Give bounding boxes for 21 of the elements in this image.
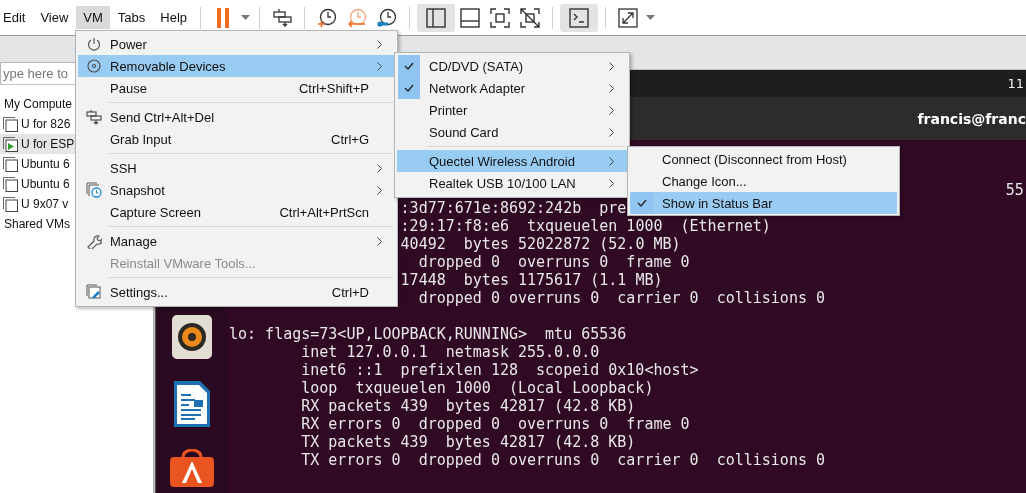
shortcut-text: Ctrl+G (331, 131, 369, 147)
window-title: francis@franc (917, 110, 1026, 127)
clock-text: 11 (1007, 76, 1024, 91)
terminal-line: 55 (1005, 181, 1024, 199)
terminal-line: :29:17:f8:e6 txqueuelen 1000 (Ethernet) (400, 217, 771, 235)
terminal-line: inet6 ::1 prefixlen 128 scopeid 0x10<host> (301, 361, 699, 379)
terminal-line: :3d77:671e:8692:242b pre (400, 199, 627, 217)
shortcut-text: Ctrl+Alt+PrtScn (279, 204, 369, 220)
terminal-line: dropped 0 overruns 0 carrier 0 collisions 0 (418, 289, 826, 307)
terminal-line: 17448 bytes 1175617 (1.1 MB) (400, 271, 663, 289)
terminal-line: RX packets 439 bytes 42817 (42.8 KB) (301, 397, 636, 415)
terminal-line: lo: flags=73<UP,LOOPBACK,RUNNING> mtu 65536 (229, 325, 627, 343)
terminal-line: inet 127.0.0.1 netmask 255.0.0.0 (301, 343, 600, 361)
terminal-line: TX packets 439 bytes 42817 (42.8 KB) (301, 433, 636, 451)
terminal-line: TX errors 0 dropped 0 overruns 0 carrier 0 collisions 0 (301, 451, 826, 469)
shortcut-text: Ctrl+D (331, 284, 369, 300)
terminal-line: dropped 0 overruns 0 frame 0 (418, 253, 690, 271)
terminal-line: 40492 bytes 52022872 (52.0 MB) (400, 235, 681, 253)
terminal-line: loop txqueuelen 1000 (Local Loopback) (301, 379, 654, 397)
terminal-line: RX errors 0 dropped 0 overruns 0 frame 0 (301, 415, 690, 433)
shortcut-text: Ctrl+Shift+P (298, 80, 369, 96)
